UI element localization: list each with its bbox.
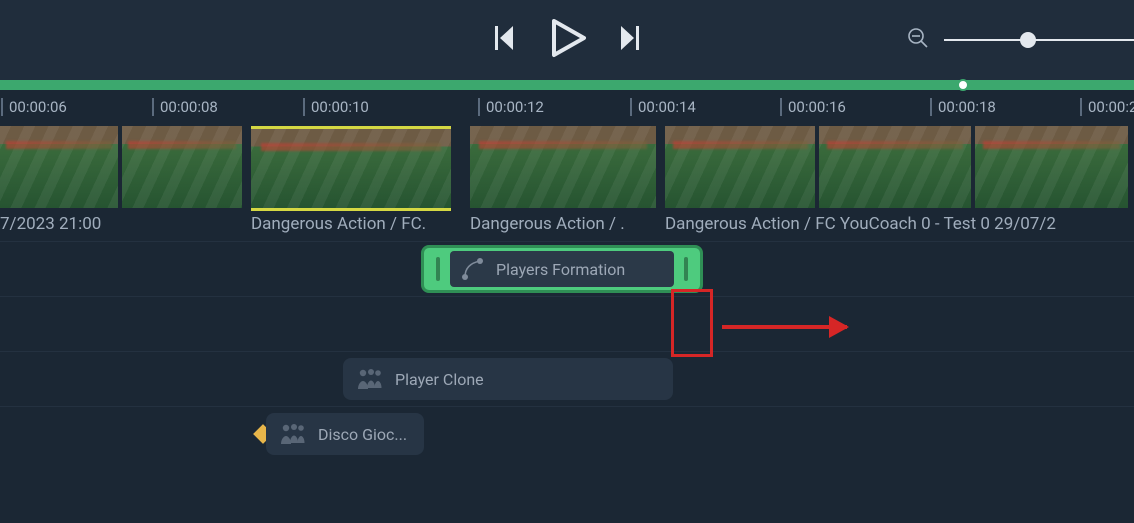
tracks-area: Players Formation Player Clone Disco Gioc.… [0, 241, 1134, 461]
ruler-tick: 00:00:14 [630, 98, 696, 116]
clip-thumbnail [251, 126, 451, 211]
ruler-time-label: 00:00:06 [9, 98, 67, 116]
ruler-time-label: 00:00:20 [1088, 98, 1134, 116]
time-ruler[interactable]: 00:00:06 00:00:08 00:00:10 00:00:12 00:00:14… [0, 90, 1134, 126]
ruler-tick: 00:00:12 [478, 98, 544, 116]
clip-thumbnail [470, 126, 656, 208]
video-clip[interactable]: 7/2023 21:00 [0, 126, 245, 234]
next-button[interactable] [618, 24, 642, 56]
clip-thumbnail [122, 126, 242, 208]
clip-inner: Players Formation [450, 251, 674, 287]
clip-thumbnail [975, 126, 1128, 208]
clip-thumbnail [0, 126, 118, 208]
video-clip[interactable]: Dangerous Action / FC YouCoach 0 - Test … [665, 126, 1134, 234]
ruler-tick: 00:00:08 [152, 98, 218, 116]
track-clip[interactable]: Disco Gioc... [266, 413, 424, 455]
clip-thumbnail [819, 126, 971, 208]
ruler-tick: 00:00:20 [1080, 98, 1134, 116]
ruler-tick: 00:00:10 [303, 98, 369, 116]
annotation-arrow-icon [722, 325, 847, 329]
timeline-track[interactable]: Players Formation [0, 241, 1134, 296]
timeline-track[interactable] [0, 296, 1134, 351]
ruler-tick: 00:00:16 [780, 98, 846, 116]
track-clip[interactable]: Player Clone [343, 358, 673, 400]
track-clip-label: Player Clone [395, 370, 484, 389]
ruler-time-label: 00:00:16 [788, 98, 846, 116]
track-clip[interactable]: Players Formation [421, 245, 703, 293]
ruler-time-label: 00:00:10 [311, 98, 369, 116]
people-icon [355, 366, 385, 392]
ruler-time-label: 00:00:18 [938, 98, 996, 116]
track-clip-label: Players Formation [496, 260, 625, 279]
zoom-controls [907, 0, 1134, 80]
clip-label: Dangerous Action / FC. [251, 214, 466, 234]
path-icon [460, 256, 486, 282]
skip-back-icon [492, 24, 516, 52]
clip-thumbnail [665, 126, 815, 208]
zoom-out-button[interactable] [907, 27, 929, 53]
timeline-track[interactable]: Disco Gioc... [0, 406, 1134, 461]
video-clip[interactable]: Dangerous Action / FC. [251, 126, 466, 234]
clip-label: Dangerous Action / . [470, 214, 660, 234]
ruler-time-label: 00:00:14 [638, 98, 696, 116]
clip-label: Dangerous Action / FC YouCoach 0 - Test … [665, 214, 1134, 234]
previous-button[interactable] [492, 24, 516, 56]
ruler-tick: 00:00:06 [1, 98, 67, 116]
play-icon [546, 17, 588, 59]
ruler-time-label: 00:00:08 [160, 98, 218, 116]
ruler-time-label: 00:00:12 [486, 98, 544, 116]
skip-forward-icon [618, 24, 642, 52]
clip-left-handle[interactable] [436, 257, 440, 281]
video-clip[interactable]: Dangerous Action / . [470, 126, 660, 234]
ruler-tick: 00:00:18 [930, 98, 996, 116]
track-clip-label: Disco Gioc... [318, 425, 407, 444]
progress-bar[interactable] [0, 80, 1134, 90]
clip-label: 7/2023 21:00 [0, 214, 245, 234]
clip-row: 7/2023 21:00Dangerous Action / FC.Danger… [0, 126, 1134, 241]
toolbar [0, 0, 1134, 80]
clip-right-handle[interactable] [684, 257, 688, 281]
timeline-track[interactable]: Player Clone [0, 351, 1134, 406]
play-button[interactable] [546, 17, 588, 63]
zoom-slider[interactable] [944, 39, 1134, 41]
zoom-out-icon [907, 27, 929, 49]
playback-controls [492, 17, 642, 63]
people-icon [278, 421, 308, 447]
